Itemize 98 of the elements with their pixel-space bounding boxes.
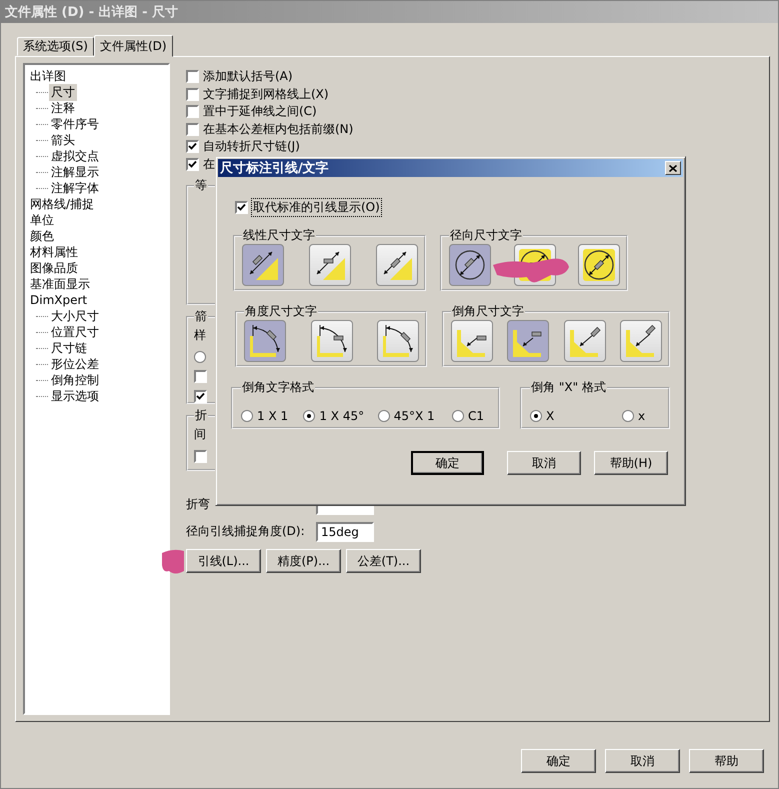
close-icon bbox=[669, 164, 677, 172]
style-button[interactable] bbox=[376, 244, 418, 286]
group-title: 倒角尺寸文字 bbox=[451, 303, 526, 320]
dialog-button[interactable]: 确定 bbox=[521, 749, 596, 773]
radio-label: C1 bbox=[468, 408, 484, 422]
radio-label: 1 X 1 bbox=[257, 408, 288, 422]
radio-button[interactable] bbox=[378, 410, 390, 422]
checkbox-label: 取代标准的引线显示(O) bbox=[251, 198, 382, 216]
tree-item[interactable]: 网格线/捕捉 bbox=[28, 196, 96, 212]
close-button[interactable] bbox=[665, 161, 681, 175]
angle-dimension-icon bbox=[314, 324, 349, 358]
dialog-button[interactable]: 取消 bbox=[507, 451, 581, 475]
group-title: 径向尺寸文字 bbox=[449, 227, 523, 244]
option-button[interactable]: 精度(P)... bbox=[266, 549, 341, 573]
group-title: 线性尺寸文字 bbox=[242, 227, 316, 244]
group-title: 箭 bbox=[194, 308, 208, 325]
tree-item[interactable]: 尺寸链 bbox=[49, 340, 89, 356]
tree-item[interactable]: 基准面显示 bbox=[28, 276, 92, 292]
tree-item[interactable]: 注释 bbox=[49, 100, 77, 116]
style-button[interactable] bbox=[377, 320, 420, 362]
tree-item[interactable]: 大小尺寸 bbox=[49, 308, 101, 324]
radial-dimension-icon bbox=[582, 248, 616, 282]
style-button[interactable] bbox=[449, 244, 491, 286]
radio-button[interactable] bbox=[452, 410, 464, 422]
tab[interactable]: 系统选项(S) bbox=[17, 37, 94, 56]
checkbox-label: 置中于延伸线之间(C) bbox=[203, 103, 317, 120]
checkbox[interactable] bbox=[194, 390, 207, 403]
dialog-title: 尺寸标注引线/文字 bbox=[220, 160, 329, 177]
style-button[interactable] bbox=[578, 244, 620, 286]
group-title: 倒角 "X" 格式 bbox=[530, 379, 607, 396]
angle-dimension-icon bbox=[248, 324, 282, 358]
dialog-button[interactable]: 取消 bbox=[605, 749, 680, 773]
checkbox[interactable] bbox=[194, 450, 207, 463]
chamfer-dimension-icon bbox=[568, 324, 602, 358]
angle-dimension-icon bbox=[381, 324, 416, 358]
checkbox-label: 添加默认括号(A) bbox=[203, 68, 293, 86]
tree-item[interactable]: 箭头 bbox=[49, 132, 77, 148]
checkbox[interactable] bbox=[194, 370, 207, 383]
tree-item[interactable]: 颜色 bbox=[28, 228, 56, 244]
checkbox[interactable] bbox=[186, 140, 199, 154]
radio-label: x bbox=[638, 408, 646, 422]
checkbox-label: 自动转折尺寸链(J) bbox=[203, 138, 300, 156]
input-field[interactable]: 15deg bbox=[316, 522, 374, 542]
tree-item[interactable]: 注解显示 bbox=[49, 164, 101, 180]
radio-button[interactable] bbox=[622, 410, 634, 422]
style-button[interactable] bbox=[310, 320, 353, 362]
tree-item[interactable]: 单位 bbox=[28, 212, 56, 228]
window-title: 文件属性 (D) - 出详图 - 尺寸 bbox=[5, 4, 178, 21]
tree-item[interactable]: 尺寸 bbox=[49, 84, 77, 100]
radio-button[interactable] bbox=[241, 410, 253, 422]
tree-item[interactable]: 倒角控制 bbox=[49, 372, 101, 388]
tree-item[interactable]: 位置尺寸 bbox=[49, 324, 101, 340]
checkbox-label: 在基本公差框内包括前缀(N) bbox=[203, 120, 354, 138]
checkbox-label: 在 bbox=[203, 156, 215, 173]
field-label: 折弯 bbox=[186, 496, 211, 513]
style-button[interactable] bbox=[620, 320, 662, 362]
style-button[interactable] bbox=[242, 244, 284, 286]
tree-item[interactable]: 显示选项 bbox=[49, 388, 101, 404]
tab[interactable]: 文件属性(D) bbox=[94, 35, 173, 57]
tree-item[interactable]: 出详图 bbox=[28, 68, 68, 84]
group-title: 倒角文字格式 bbox=[241, 379, 315, 396]
option-button[interactable]: 公差(T)... bbox=[346, 549, 421, 573]
group-title: 角度尺寸文字 bbox=[244, 303, 318, 320]
group-title: 等 bbox=[194, 177, 208, 194]
chamfer-dimension-icon bbox=[624, 324, 658, 358]
radio-button[interactable] bbox=[194, 351, 206, 363]
radio-button[interactable] bbox=[530, 410, 542, 422]
radio-label: 1 X 45° bbox=[319, 408, 364, 422]
style-button[interactable] bbox=[309, 244, 351, 286]
checkbox[interactable] bbox=[186, 88, 199, 101]
option-label: 间 bbox=[194, 426, 207, 443]
radial-dimension-icon bbox=[453, 248, 487, 282]
tree-item[interactable]: 零件序号 bbox=[49, 116, 101, 132]
checkbox[interactable] bbox=[186, 122, 199, 136]
option-button[interactable]: 引线(L)... bbox=[186, 549, 261, 573]
checkbox[interactable] bbox=[235, 200, 248, 214]
group-title: 折 bbox=[194, 407, 208, 424]
check-icon bbox=[237, 202, 246, 212]
field-label: 径向引线捕捉角度(D): bbox=[186, 523, 306, 540]
dialog-button[interactable]: 确定 bbox=[411, 451, 484, 475]
checkbox[interactable] bbox=[186, 158, 199, 171]
radio-button[interactable] bbox=[303, 410, 316, 422]
option-label: 样 bbox=[194, 327, 207, 344]
style-button[interactable] bbox=[244, 320, 286, 362]
dialog-button[interactable]: 帮助 bbox=[689, 749, 764, 773]
tree-item[interactable]: 材料属性 bbox=[28, 244, 80, 260]
checkbox-label: 文字捕捉到网格线上(X) bbox=[203, 86, 329, 103]
tree-item[interactable]: 注解字体 bbox=[49, 180, 101, 196]
dialog-button[interactable]: 帮助(H) bbox=[594, 451, 668, 475]
checkbox[interactable] bbox=[186, 70, 199, 84]
tree-item[interactable]: 虚拟交点 bbox=[49, 148, 101, 164]
tree-item[interactable]: DimXpert bbox=[28, 293, 90, 307]
radio-label: X bbox=[546, 408, 554, 422]
tree-item[interactable]: 形位公差 bbox=[49, 356, 101, 372]
radio-label: 45°X 1 bbox=[394, 408, 435, 422]
checkbox[interactable] bbox=[186, 105, 199, 118]
tree-item[interactable]: 图像品质 bbox=[28, 260, 80, 276]
check-icon bbox=[196, 392, 205, 401]
